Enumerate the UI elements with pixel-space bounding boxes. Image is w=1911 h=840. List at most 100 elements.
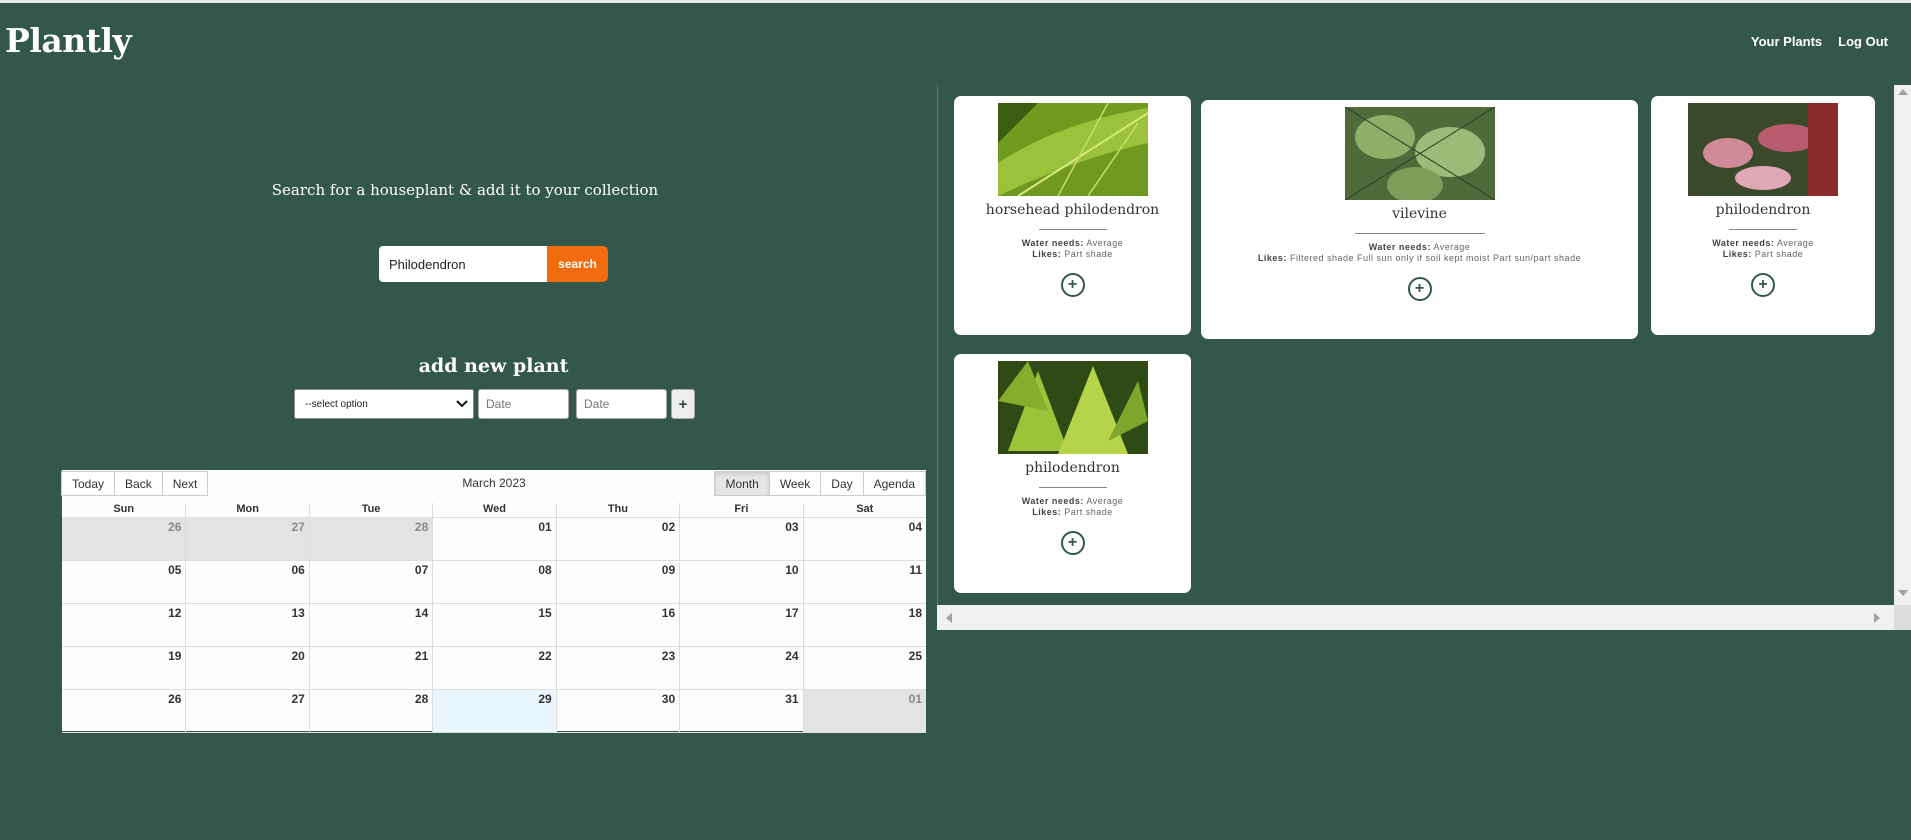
weekday-header: Mon <box>185 503 308 517</box>
calendar-day[interactable]: 12 <box>62 604 186 647</box>
calendar-day[interactable]: 26 <box>62 690 186 733</box>
weekday-header: Sat <box>802 503 926 517</box>
water-needs: Water needs: Average <box>1651 238 1875 249</box>
water-needs-value: Average <box>1086 238 1124 248</box>
plant-select[interactable]: --select option <box>294 389 474 419</box>
search-form: search <box>379 246 608 282</box>
likes-label: Likes: <box>1257 253 1287 263</box>
plant-card: philodendron Water needs: Average Likes:… <box>1651 96 1875 335</box>
calendar-day[interactable]: 27 <box>185 690 309 733</box>
calendar-day[interactable]: 17 <box>679 604 803 647</box>
add-plant-form: --select option Date Date + <box>294 389 695 419</box>
horizontal-scrollbar[interactable] <box>937 605 1894 630</box>
calendar-day[interactable]: 23 <box>555 647 680 690</box>
search-input[interactable] <box>379 246 547 282</box>
calendar-day[interactable]: 05 <box>62 561 186 604</box>
likes-value: Part shade <box>1064 249 1113 259</box>
plant-card: horsehead philodendron Water needs: Aver… <box>954 96 1191 335</box>
calendar-view-week-button[interactable]: Week <box>768 471 822 496</box>
calendar-day[interactable]: 04 <box>802 518 926 561</box>
water-needs-label: Water needs: <box>1021 496 1084 506</box>
your-plants-link[interactable]: Your Plants <box>1751 34 1822 49</box>
water-needs-label: Water needs: <box>1712 238 1775 248</box>
calendar-view-month-button[interactable]: Month <box>714 471 770 496</box>
light-preference: Likes: Part shade <box>954 249 1191 260</box>
plus-circle-icon[interactable]: + <box>1751 273 1775 297</box>
app-logo: Plantly <box>5 21 132 60</box>
likes-value: Filtered shade Full sun only if soil kep… <box>1289 253 1582 263</box>
calendar-day[interactable]: 31 <box>679 690 803 733</box>
plant-photo <box>997 103 1148 196</box>
likes-label: Likes: <box>1722 249 1752 259</box>
name-divider <box>1354 233 1485 234</box>
calendar-day[interactable]: 18 <box>802 604 926 647</box>
plant-photo <box>997 361 1148 454</box>
calendar-month-grid: 26 27 28 01 02 03 04 05 06 07 08 09 10 11 12 13 14 15 16 17… <box>62 517 926 733</box>
calendar-day[interactable]: 08 <box>432 561 556 604</box>
plant-name: vilevine <box>1392 206 1447 222</box>
calendar-day[interactable]: 15 <box>432 604 556 647</box>
calendar-day[interactable]: 07 <box>308 561 433 604</box>
scroll-right-arrow-icon[interactable] <box>1874 613 1880 623</box>
plus-circle-icon[interactable]: + <box>1407 277 1432 301</box>
log-out-link[interactable]: Log Out <box>1838 34 1888 49</box>
calendar-day-today[interactable]: 29 <box>432 690 556 733</box>
calendar-day[interactable]: 11 <box>802 561 926 604</box>
calendar-day[interactable]: 16 <box>555 604 680 647</box>
scrollbar-corner <box>1894 605 1911 630</box>
calendar-day[interactable]: 01 <box>802 690 926 733</box>
calendar-day[interactable]: 02 <box>555 518 680 561</box>
calendar-day[interactable]: 14 <box>308 604 433 647</box>
likes-label: Likes: <box>1032 507 1062 517</box>
name-divider <box>1038 487 1107 488</box>
calendar-day[interactable]: 24 <box>679 647 803 690</box>
light-preference: Likes: Filtered shade Full sun only if s… <box>1201 253 1638 264</box>
water-needs-value: Average <box>1086 496 1124 506</box>
calendar-day[interactable]: 09 <box>555 561 680 604</box>
scroll-up-arrow-icon[interactable] <box>1898 89 1908 95</box>
start-date-input[interactable]: Date <box>478 389 569 419</box>
calendar-day[interactable]: 21 <box>308 647 433 690</box>
calendar-day[interactable]: 20 <box>185 647 309 690</box>
calendar-day[interactable]: 28 <box>308 518 433 561</box>
plus-circle-icon[interactable]: + <box>1060 273 1085 297</box>
calendar-day[interactable]: 01 <box>432 518 556 561</box>
add-plant-heading: add new plant <box>418 355 569 377</box>
calendar-day[interactable]: 13 <box>185 604 309 647</box>
plant-results-panel: horsehead philodendron Water needs: Aver… <box>937 85 1911 630</box>
calendar-day[interactable]: 03 <box>679 518 803 561</box>
scroll-down-arrow-icon[interactable] <box>1898 590 1908 596</box>
water-needs-value: Average <box>1776 238 1814 248</box>
plant-name: philodendron <box>1025 460 1120 476</box>
calendar-day[interactable]: 25 <box>802 647 926 690</box>
calendar: Today Back Next March 2023 Month Week Day Age… <box>61 470 926 733</box>
calendar-view-agenda-button[interactable]: Agenda <box>862 471 926 496</box>
calendar-day[interactable]: 30 <box>555 690 680 733</box>
plant-photo <box>1344 107 1495 200</box>
name-divider <box>1729 229 1797 230</box>
search-button[interactable]: search <box>547 246 608 282</box>
calendar-day[interactable]: 28 <box>308 690 433 733</box>
vertical-scrollbar[interactable] <box>1894 85 1911 630</box>
calendar-weekday-header: Sun Mon Tue Wed Thu Fri Sat <box>62 503 926 517</box>
calendar-day[interactable]: 22 <box>432 647 556 690</box>
water-needs-value: Average <box>1433 242 1471 252</box>
weekday-header: Sun <box>113 503 135 515</box>
plus-circle-icon[interactable]: + <box>1060 531 1085 555</box>
plant-name: horsehead philodendron <box>985 202 1160 218</box>
water-needs: Water needs: Average <box>954 496 1191 507</box>
calendar-view-day-button[interactable]: Day <box>820 471 864 496</box>
top-nav: Your Plants Log Out <box>1751 34 1888 49</box>
calendar-day[interactable]: 26 <box>62 518 186 561</box>
calendar-day[interactable]: 19 <box>62 647 186 690</box>
plant-photo <box>1688 103 1838 196</box>
calendar-day[interactable]: 27 <box>185 518 309 561</box>
add-plant-button[interactable]: + <box>671 389 695 419</box>
end-date-input[interactable]: Date <box>576 389 667 419</box>
light-preference: Likes: Part shade <box>1651 249 1875 260</box>
scroll-left-arrow-icon[interactable] <box>946 613 952 623</box>
plant-select-value: --select option <box>305 398 368 410</box>
calendar-day[interactable]: 10 <box>679 561 803 604</box>
calendar-day[interactable]: 06 <box>185 561 309 604</box>
likes-label: Likes: <box>1032 249 1062 259</box>
